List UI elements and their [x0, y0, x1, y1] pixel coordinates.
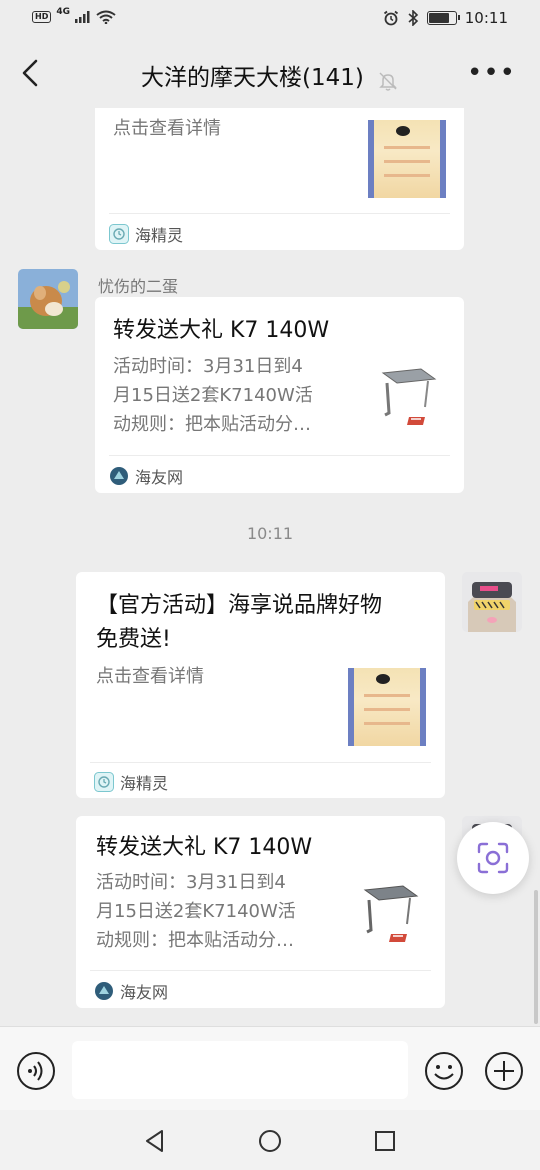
card-4-thumbnail: [355, 880, 425, 950]
alarm-icon: [383, 10, 398, 26]
card-4-desc-line-3: 动规则：把本贴活动分…: [96, 930, 294, 951]
avatar-sender[interactable]: [18, 269, 78, 329]
status-time: 10:11: [464, 9, 508, 27]
scrollbar[interactable]: [534, 890, 538, 1024]
card-2-thumbnail: [373, 363, 443, 433]
emoji-icon[interactable]: [424, 1051, 464, 1091]
card-2-source-name: 海友网: [135, 468, 184, 487]
bluetooth-icon: [408, 10, 418, 26]
status-right: 10:11: [383, 9, 508, 27]
network-type: 4G: [56, 7, 70, 17]
nav-home-icon[interactable]: [257, 1128, 283, 1154]
card-3-source-name: 海精灵: [120, 774, 169, 793]
card-2-source: 海友网: [109, 464, 183, 488]
card-1-source: 海精灵: [109, 222, 183, 246]
card-2-divider: [109, 455, 450, 456]
card-3-title-line-1: 【官方活动】海享说品牌好物: [96, 593, 383, 618]
card-3-divider: [90, 762, 431, 763]
chat-card-1[interactable]: 点击查看详情 海精灵: [95, 108, 464, 250]
nav-recents-icon[interactable]: [372, 1128, 398, 1154]
scan-icon: [477, 842, 509, 874]
battery-fill: [428, 13, 449, 23]
chat-card-3[interactable]: 【官方活动】海享说品牌好物 免费送! 点击查看详情 海精灵: [76, 572, 445, 798]
battery-icon: [426, 11, 460, 25]
avatar-self[interactable]: [462, 572, 522, 632]
card-2-desc-line-2: 月15日送2套K7140W活: [113, 385, 313, 406]
nav-back-icon[interactable]: [142, 1128, 168, 1154]
card-3-desc: 点击查看详情: [96, 666, 204, 687]
hai-jingling-logo-icon: [94, 772, 114, 792]
hai-you-wang-logo-icon: [95, 982, 113, 1000]
chat-card-4[interactable]: 转发送大礼 K7 140W 活动时间：3月31日到4 月15日送2套K7140W…: [76, 816, 445, 1008]
chat-timestamp: 10:11: [246, 524, 294, 543]
card-4-desc-line-1: 活动时间：3月31日到4: [96, 872, 286, 893]
input-bar: [0, 1026, 540, 1110]
status-left: HD 4G: [32, 7, 116, 24]
wifi-icon: [96, 10, 116, 24]
card-3-thumbnail: [348, 668, 426, 746]
chat-title: 大洋的摩天大楼(141): [141, 65, 364, 91]
chat-card-2[interactable]: 转发送大礼 K7 140W 活动时间：3月31日到4 月15日送2套K7140W…: [95, 297, 464, 493]
floating-scan-button[interactable]: [457, 822, 529, 894]
card-4-source: 海友网: [94, 979, 168, 1003]
voice-input-icon[interactable]: [16, 1051, 56, 1091]
card-4-divider: [90, 970, 431, 971]
card-1-thumbnail: [368, 120, 446, 198]
card-1-divider: [109, 213, 450, 214]
card-2-title: 转发送大礼 K7 140W: [113, 318, 330, 343]
card-2-desc-line-3: 动规则：把本贴活动分…: [113, 414, 311, 435]
mute-bell-icon: [379, 71, 397, 91]
card-3-source: 海精灵: [94, 770, 168, 794]
system-nav-bar: [0, 1110, 540, 1170]
hd-badge: HD: [32, 11, 52, 23]
signal-icon: [75, 11, 90, 23]
sender-name: 忧伤的二蛋: [98, 277, 179, 296]
hai-jingling-logo-icon: [109, 224, 129, 244]
card-1-source-name: 海精灵: [135, 226, 184, 245]
card-3-title-line-2: 免费送!: [96, 627, 171, 652]
card-2-desc-line-1: 活动时间：3月31日到4: [113, 356, 303, 377]
card-4-desc-line-2: 月15日送2套K7140W活: [96, 901, 296, 922]
avatar-self-image: [462, 572, 522, 632]
card-4-source-name: 海友网: [120, 983, 169, 1002]
add-more-icon[interactable]: [484, 1051, 524, 1091]
chat-header: 大洋的摩天大楼(141) •••: [0, 38, 540, 110]
card-1-desc: 点击查看详情: [113, 118, 221, 139]
card-4-title: 转发送大礼 K7 140W: [96, 835, 313, 860]
title-wrap: 大洋的摩天大楼(141): [0, 58, 540, 92]
status-bar: HD 4G 10:11: [0, 0, 540, 38]
avatar-image: [18, 269, 78, 329]
message-input[interactable]: [72, 1041, 408, 1099]
hai-you-wang-logo-icon: [110, 467, 128, 485]
more-options-icon[interactable]: •••: [467, 58, 516, 88]
